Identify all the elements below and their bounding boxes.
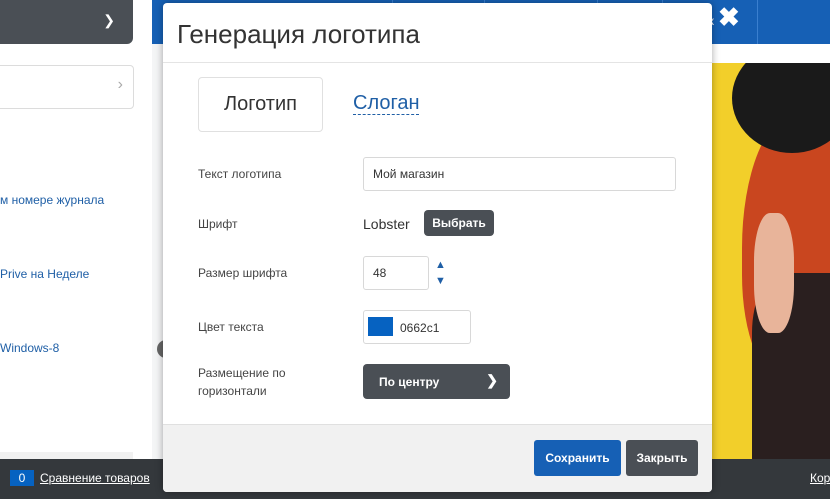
text-color-value: 0662c1 [400,321,440,335]
close-icon[interactable]: ✖ [718,2,740,33]
chevron-up-icon[interactable]: ▲ [435,260,446,271]
sidebar-news-link-3[interactable]: Windows-8 [0,341,59,355]
photo-skin-shape [754,213,794,333]
chevron-down-icon: ❯ [486,372,498,388]
sidebar-search-box[interactable]: › [0,65,134,109]
modal-title: Генерация логотипа [177,19,420,49]
horizontal-align-label-line2: горизонтали [198,384,267,398]
horizontal-align-select[interactable]: По центру ❯ [363,364,510,399]
sidebar-footer-block [0,452,133,459]
sidebar-news-link-1[interactable]: м номере журнала [0,193,104,207]
compare-products-link[interactable]: Сравнение товаров [40,471,150,485]
banner-photo [712,63,830,459]
horizontal-align-label-line1: Размещение по [198,366,286,380]
font-size-label: Размер шрифта [198,266,288,280]
font-size-input[interactable]: 48 [363,256,429,290]
save-button[interactable]: Сохранить [534,440,621,476]
photo-hat-shape [732,63,830,153]
choose-font-button[interactable]: Выбрать [424,210,494,236]
chevron-down-icon: ❯ [103,12,115,28]
font-name-value: Lobster [363,216,410,232]
logo-text-label: Текст логотипа [198,167,282,181]
close-button[interactable]: Закрыть [626,440,698,476]
nav-separator [757,0,758,44]
text-color-label: Цвет текста [198,320,264,334]
category-dropdown[interactable]: ❯ [0,0,133,44]
horizontal-align-value: По центру [379,375,440,389]
tab-slogan[interactable]: Слоган [353,92,420,115]
logo-text-input[interactable]: Мой магазин [363,157,676,191]
font-label: Шрифт [198,217,238,231]
tab-logo[interactable]: Логотип [198,77,323,132]
chevron-right-icon: › [117,76,123,93]
sidebar-news-link-2[interactable]: Prive на Неделе [0,267,89,281]
logo-generator-modal: Генерация логотипа Логотип Слоган Текст … [163,3,712,492]
compare-count-badge: 0 [10,470,34,486]
modal-header-divider [163,62,712,63]
chevron-down-icon[interactable]: ▼ [435,276,446,287]
cart-link[interactable]: Кор [810,471,830,485]
color-swatch[interactable] [368,317,393,336]
